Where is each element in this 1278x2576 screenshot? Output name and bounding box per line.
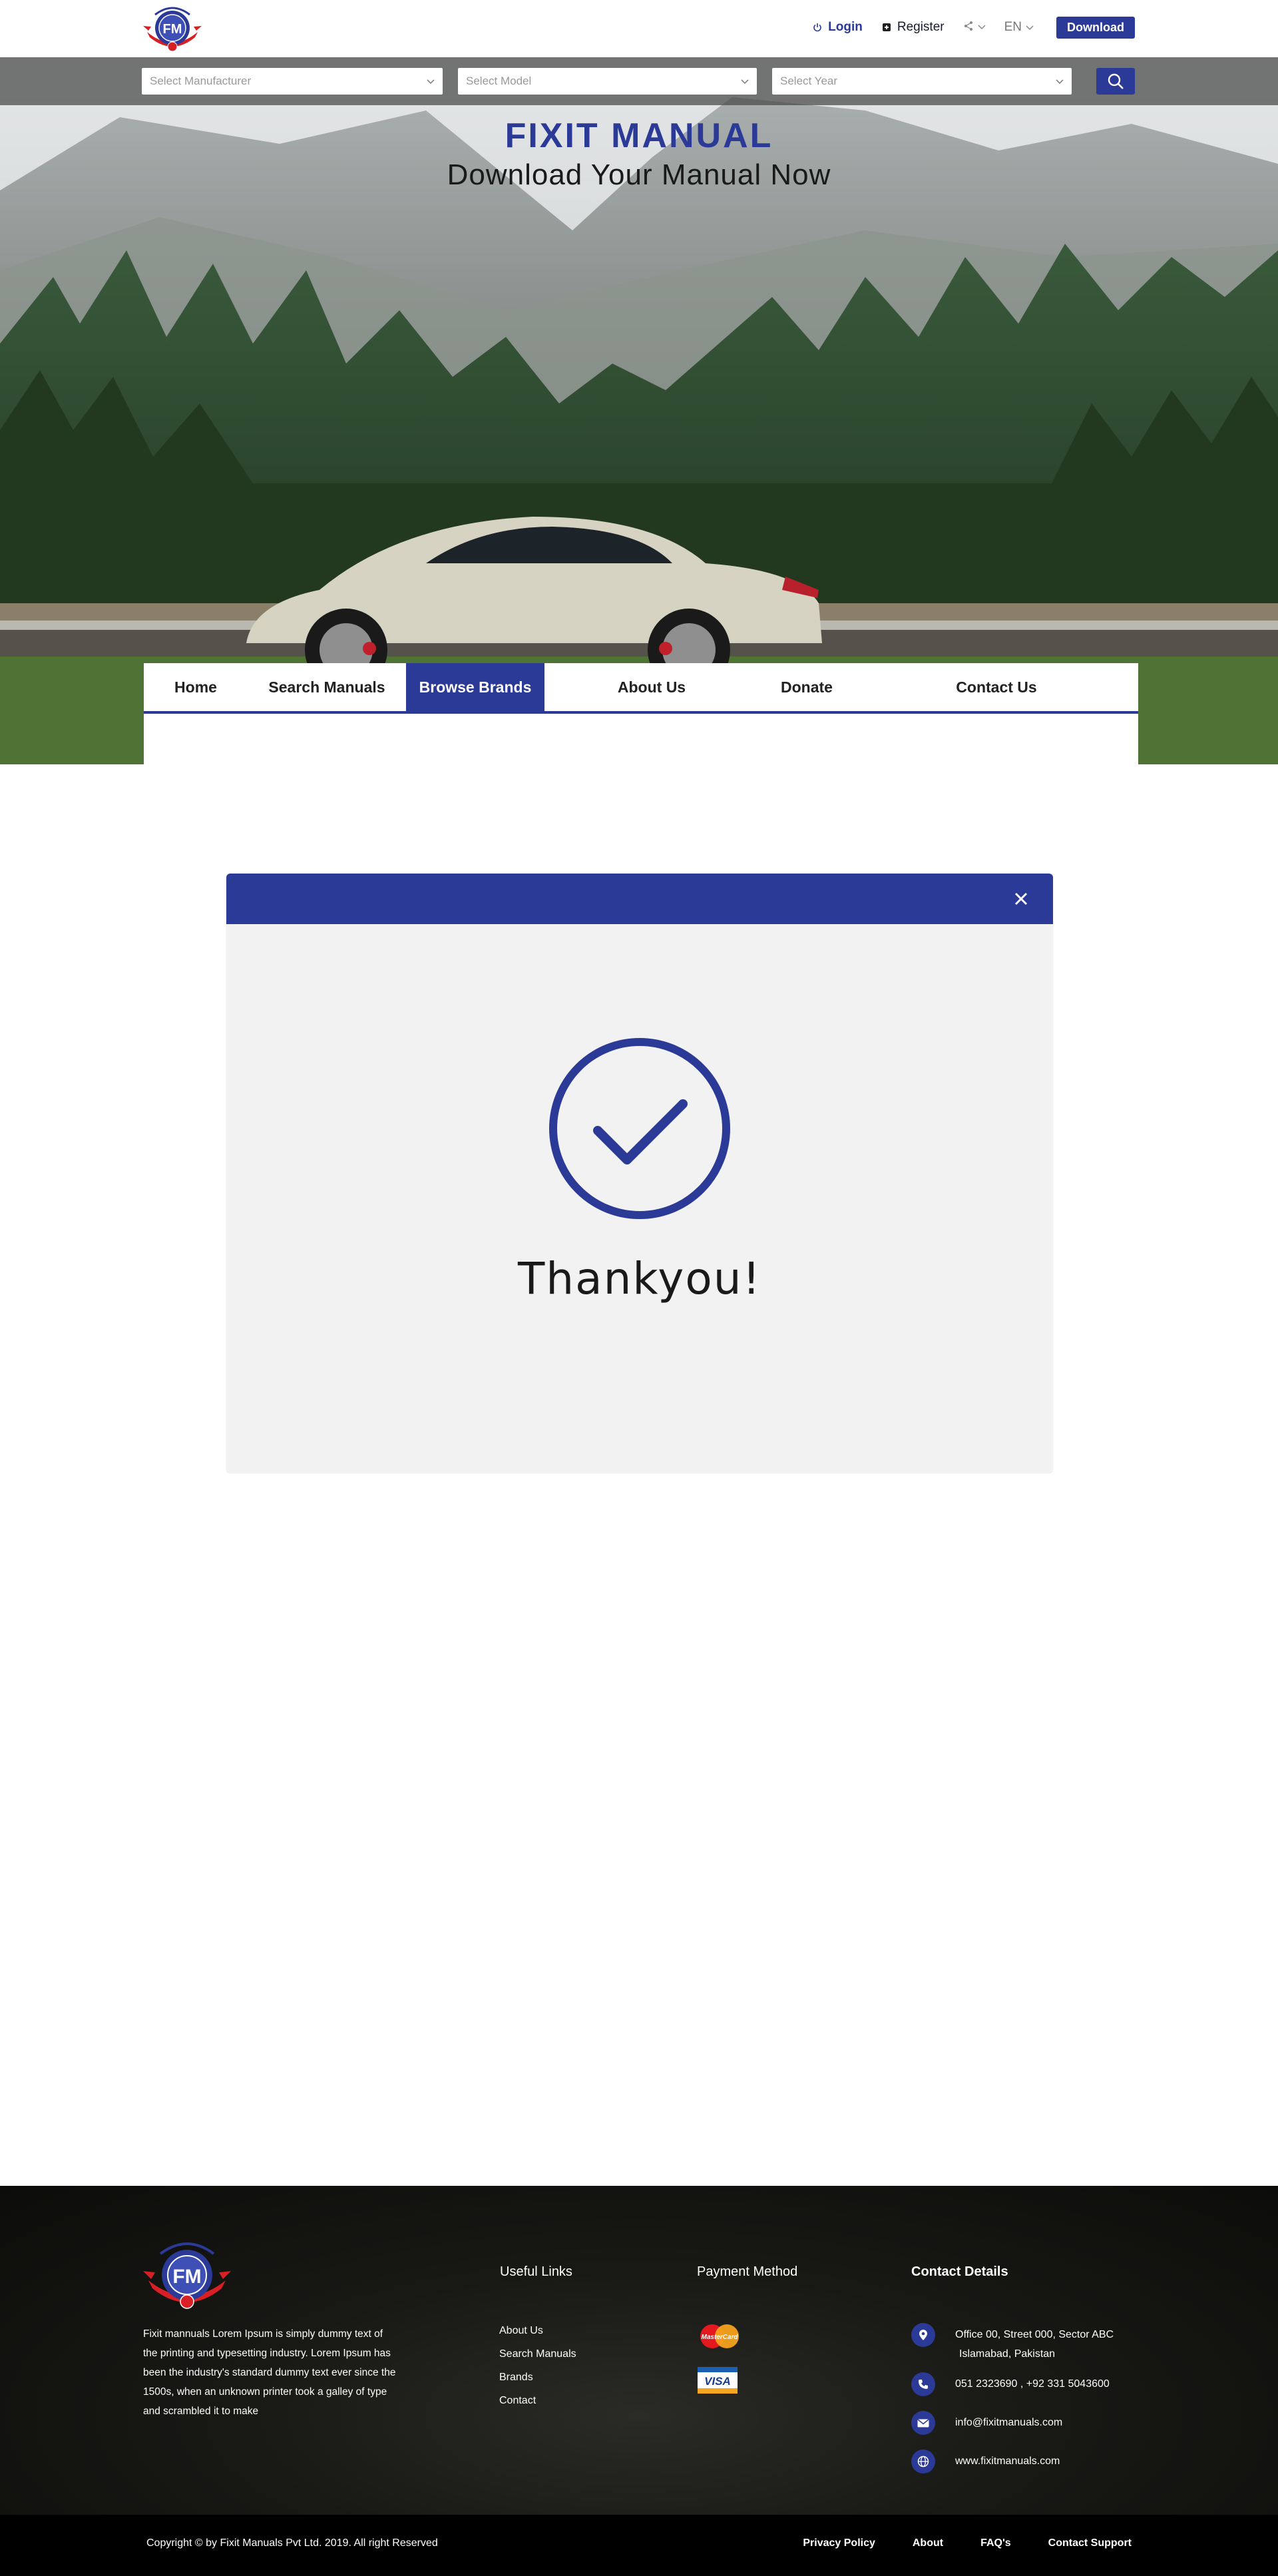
download-button[interactable]: Download bbox=[1056, 16, 1135, 39]
phone-icon bbox=[911, 2372, 935, 2396]
thankyou-message: Thankyou! bbox=[517, 1253, 761, 1304]
footer: FM Fixit mannuals Lorem Ipsum is simply … bbox=[0, 2186, 1278, 2515]
login-link[interactable]: Login bbox=[812, 20, 863, 35]
top-links: Login Register EN Download bbox=[793, 16, 1135, 39]
share-dropdown[interactable] bbox=[963, 21, 986, 35]
contact-details-title: Contact Details bbox=[911, 2264, 1008, 2279]
contact-phone: 051 2323690 , +92 331 5043600 bbox=[911, 2372, 1110, 2396]
website-url[interactable]: www.fixitmanuals.com bbox=[955, 2449, 1060, 2471]
footer-link-search-manuals[interactable]: Search Manuals bbox=[499, 2342, 576, 2366]
footer-link-about-us[interactable]: About Us bbox=[499, 2319, 576, 2342]
nav-search-manuals[interactable]: Search Manuals bbox=[248, 663, 406, 711]
about-link[interactable]: About bbox=[913, 2537, 943, 2549]
share-icon bbox=[963, 21, 974, 35]
manufacturer-placeholder: Select Manufacturer bbox=[150, 75, 252, 87]
privacy-policy-link[interactable]: Privacy Policy bbox=[803, 2537, 875, 2549]
search-button[interactable] bbox=[1096, 68, 1135, 95]
globe-icon bbox=[911, 2449, 935, 2473]
nav-about-us[interactable]: About Us bbox=[544, 663, 759, 711]
contact-support-link[interactable]: Contact Support bbox=[1048, 2537, 1132, 2549]
thankyou-modal: Thankyou! bbox=[226, 874, 1053, 1473]
svg-text:FM: FM bbox=[172, 2266, 201, 2288]
svg-text:FM: FM bbox=[163, 22, 182, 37]
language-select[interactable]: EN bbox=[1004, 20, 1034, 35]
language-label: EN bbox=[1004, 20, 1022, 34]
top-bar: FM Login Register EN Download bbox=[0, 0, 1278, 57]
login-label: Login bbox=[828, 20, 863, 34]
address-line-2: Islamabad, Pakistan bbox=[959, 2348, 1056, 2360]
manufacturer-select[interactable]: Select Manufacturer bbox=[142, 68, 443, 95]
model-select[interactable]: Select Model bbox=[458, 68, 757, 95]
power-icon bbox=[812, 22, 823, 33]
visa-label: VISA bbox=[704, 2375, 731, 2388]
faq-link[interactable]: FAQ's bbox=[980, 2537, 1011, 2549]
register-label: Register bbox=[897, 20, 945, 34]
plus-square-icon bbox=[881, 22, 892, 33]
search-icon bbox=[1108, 73, 1124, 89]
nav-content-area bbox=[144, 714, 1138, 764]
modal-header bbox=[226, 874, 1053, 924]
location-icon bbox=[911, 2323, 935, 2347]
chevron-down-icon bbox=[427, 76, 435, 87]
model-placeholder: Select Model bbox=[466, 75, 532, 87]
visa-logo: VISA bbox=[698, 2367, 738, 2394]
nav-donate[interactable]: Donate bbox=[759, 663, 855, 711]
hero-subtitle: Download Your Manual Now bbox=[447, 158, 831, 191]
logo[interactable]: FM bbox=[142, 4, 203, 55]
contact-address: Office 00, Street 000, Sector ABC Islama… bbox=[911, 2323, 1114, 2364]
close-icon[interactable] bbox=[1012, 890, 1030, 908]
mail-icon bbox=[911, 2411, 935, 2435]
useful-links-title: Useful Links bbox=[500, 2264, 572, 2279]
mastercard-label: MasterCard bbox=[701, 2334, 738, 2341]
hero-title: FIXIT MANUAL bbox=[505, 117, 773, 155]
year-placeholder: Select Year bbox=[780, 75, 838, 87]
bottom-links: Privacy Policy About FAQ's Contact Suppo… bbox=[803, 2537, 1132, 2549]
main-nav: Home Search Manuals Browse Brands About … bbox=[144, 663, 1138, 714]
year-select[interactable]: Select Year bbox=[772, 68, 1072, 95]
nav-home[interactable]: Home bbox=[144, 663, 248, 711]
hero-banner: Select Manufacturer Select Model Select … bbox=[0, 57, 1278, 764]
footer-link-brands[interactable]: Brands bbox=[499, 2366, 576, 2389]
footer-link-contact[interactable]: Contact bbox=[499, 2389, 576, 2412]
payment-method-title: Payment Method bbox=[697, 2264, 798, 2279]
mastercard-logo: MasterCard bbox=[700, 2324, 739, 2348]
check-circle-icon bbox=[549, 1038, 730, 1219]
useful-links-list: About Us Search Manuals Brands Contact bbox=[499, 2319, 576, 2412]
bottom-bar: Copyright © by Fixit Manuals Pvt Ltd. 20… bbox=[0, 2515, 1278, 2576]
contact-email: info@fixitmanuals.com bbox=[911, 2411, 1062, 2435]
nav-contact-us[interactable]: Contact Us bbox=[855, 663, 1138, 711]
search-bar: Select Manufacturer Select Model Select … bbox=[0, 57, 1278, 105]
footer-logo[interactable]: FM bbox=[142, 2239, 232, 2314]
chevron-down-icon bbox=[978, 21, 986, 33]
email-address[interactable]: info@fixitmanuals.com bbox=[955, 2411, 1062, 2432]
contact-website: www.fixitmanuals.com bbox=[911, 2449, 1060, 2473]
phone-numbers[interactable]: 051 2323690 , +92 331 5043600 bbox=[955, 2372, 1110, 2394]
register-link[interactable]: Register bbox=[881, 20, 945, 35]
copyright-text: Copyright © by Fixit Manuals Pvt Ltd. 20… bbox=[146, 2537, 438, 2549]
chevron-down-icon bbox=[1056, 76, 1064, 87]
footer-about-text: Fixit mannuals Lorem Ipsum is simply dum… bbox=[143, 2328, 396, 2417]
chevron-down-icon bbox=[741, 76, 749, 87]
nav-browse-brands[interactable]: Browse Brands bbox=[406, 663, 544, 711]
chevron-down-icon bbox=[1026, 20, 1034, 35]
address-line-1: Office 00, Street 000, Sector ABC bbox=[955, 2329, 1114, 2340]
